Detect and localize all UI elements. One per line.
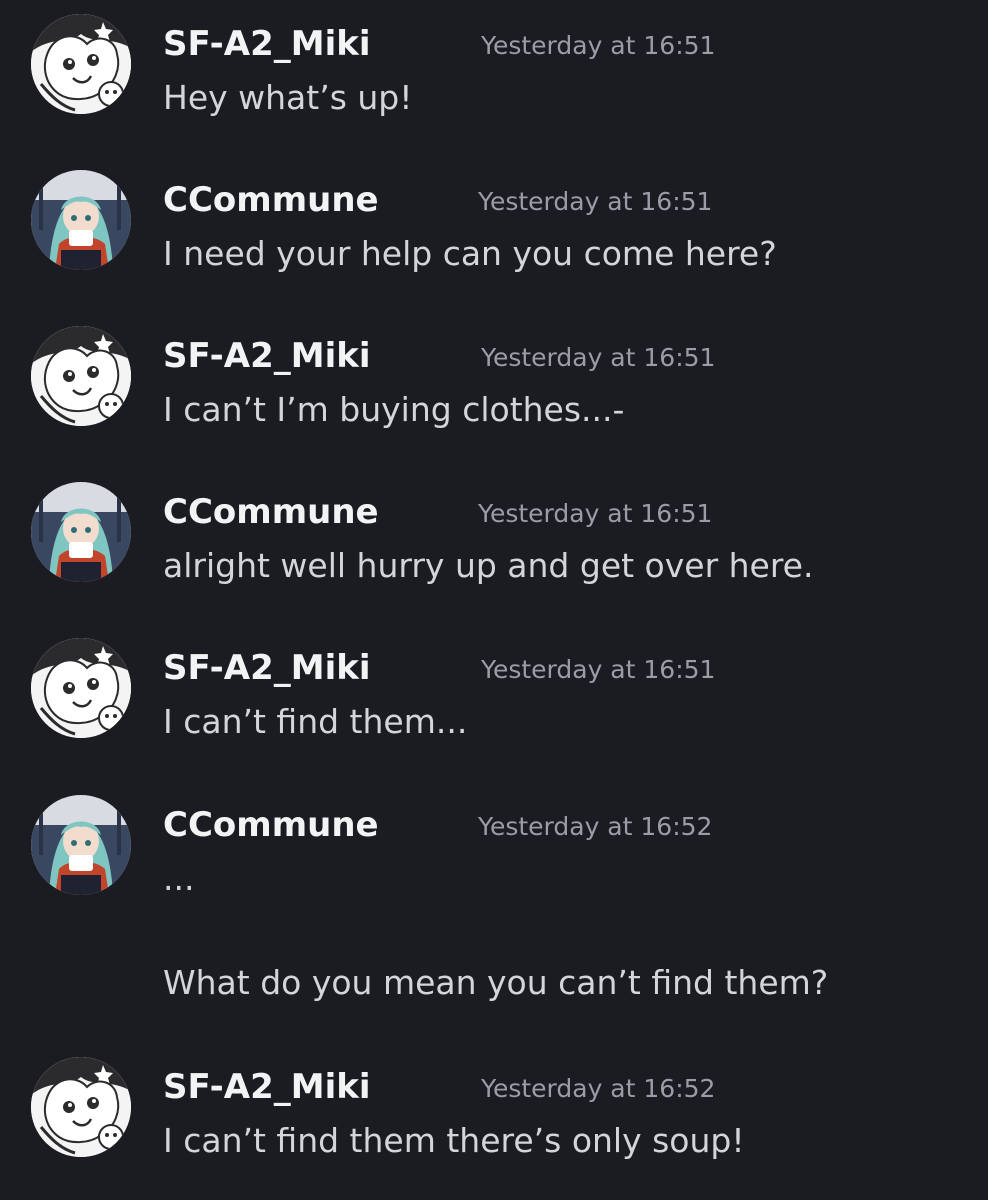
ccommune-avatar[interactable] [31, 795, 131, 895]
message-text: I can’t find them there’s only soup! [163, 1121, 745, 1160]
ccommune-avatar[interactable] [31, 482, 131, 582]
timestamp: Yesterday at 16:51 [478, 499, 713, 528]
timestamp: Yesterday at 16:51 [481, 31, 716, 60]
username[interactable]: SF-A2_Miki [163, 1067, 371, 1107]
message-text: I can’t find them... [163, 702, 468, 741]
miki-avatar[interactable] [31, 638, 131, 738]
miki-avatar[interactable] [31, 326, 131, 426]
message-item[interactable]: SF-A2_Miki Yesterday at 16:51 Hey what’s u… [0, 2, 988, 138]
timestamp: Yesterday at 16:52 [481, 1074, 716, 1103]
message-text: I need your help can you come here? [163, 234, 777, 273]
username[interactable]: SF-A2_Miki [163, 336, 371, 376]
message-text: I can’t I’m buying clothes...- [163, 390, 625, 429]
username[interactable]: CCommune [163, 492, 379, 532]
username[interactable]: CCommune [163, 180, 379, 220]
message-text: What do you mean you can’t find them? [163, 963, 829, 1002]
message-text: Hey what’s up! [163, 78, 413, 117]
username[interactable]: SF-A2_Miki [163, 648, 371, 688]
miki-avatar[interactable] [31, 14, 131, 114]
timestamp: Yesterday at 16:51 [478, 187, 713, 216]
timestamp: Yesterday at 16:51 [481, 343, 716, 372]
message-item[interactable]: SF-A2_Miki Yesterday at 16:51 I can’t find… [0, 626, 988, 762]
message-item[interactable]: CCommune Yesterday at 16:51 alright well h… [0, 470, 988, 606]
ccommune-avatar[interactable] [31, 170, 131, 270]
message-text: ... [163, 859, 195, 898]
username[interactable]: CCommune [163, 805, 379, 845]
message-item[interactable]: CCommune Yesterday at 16:52... What do you… [0, 783, 988, 1023]
chat-log: SF-A2_Miki Yesterday at 16:51 Hey what’s u… [0, 0, 988, 1200]
timestamp: Yesterday at 16:51 [481, 655, 716, 684]
message-item[interactable]: SF-A2_Miki Yesterday at 16:51 I can’t I’m … [0, 314, 988, 450]
message-item[interactable]: SF-A2_Miki Yesterday at 16:52 I can’t find… [0, 1045, 988, 1181]
username[interactable]: SF-A2_Miki [163, 24, 371, 64]
message-item[interactable]: CCommune Yesterday at 16:51 I need your he… [0, 158, 988, 294]
timestamp: Yesterday at 16:52 [478, 812, 713, 841]
miki-avatar[interactable] [31, 1057, 131, 1157]
message-text: alright well hurry up and get over here. [163, 546, 814, 585]
